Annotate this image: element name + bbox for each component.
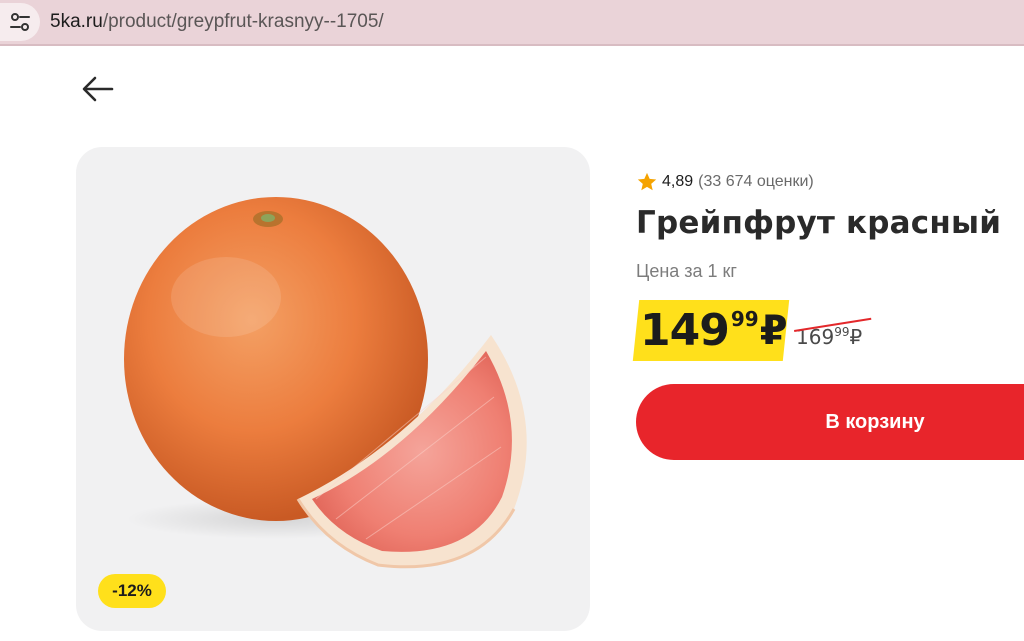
product-title: Грейпфрут красный (636, 205, 1002, 241)
product-image-card: -12% (76, 147, 590, 631)
rating: 4,89 (33 674 оценки) (636, 170, 814, 194)
url-text[interactable]: 5ka.ru/product/greypfrut-krasnyy--1705/ (50, 0, 384, 44)
price-unit: Цена за 1 кг (636, 261, 737, 281)
site-info-button[interactable] (0, 3, 40, 41)
address-bar[interactable]: 5ka.ru/product/greypfrut-krasnyy--1705/ (0, 0, 1024, 46)
url-path: /product/greypfrut-krasnyy--1705/ (102, 11, 384, 32)
price-kopecks: 99 (730, 307, 759, 331)
price-currency: ₽ (759, 308, 788, 354)
add-to-cart-label: В корзину (825, 410, 925, 433)
add-to-cart-button[interactable]: В корзину (636, 384, 1024, 460)
current-price: 149 99 ₽ (640, 302, 788, 360)
arrow-left-icon (82, 76, 114, 102)
old-price-kopecks: 99 (834, 325, 850, 339)
price-integer: 149 (640, 305, 730, 356)
product-image (124, 197, 527, 569)
url-domain: 5ka.ru (50, 11, 103, 32)
old-price: 169 99 ₽ (794, 317, 872, 352)
discount-badge: -12% (98, 574, 166, 608)
rating-value: 4,89 (662, 173, 694, 190)
tune-icon (10, 13, 30, 31)
star-icon (637, 172, 657, 191)
back-button[interactable] (80, 72, 116, 106)
rating-count: (33 674 оценки) (698, 173, 814, 190)
old-price-currency: ₽ (849, 325, 863, 349)
